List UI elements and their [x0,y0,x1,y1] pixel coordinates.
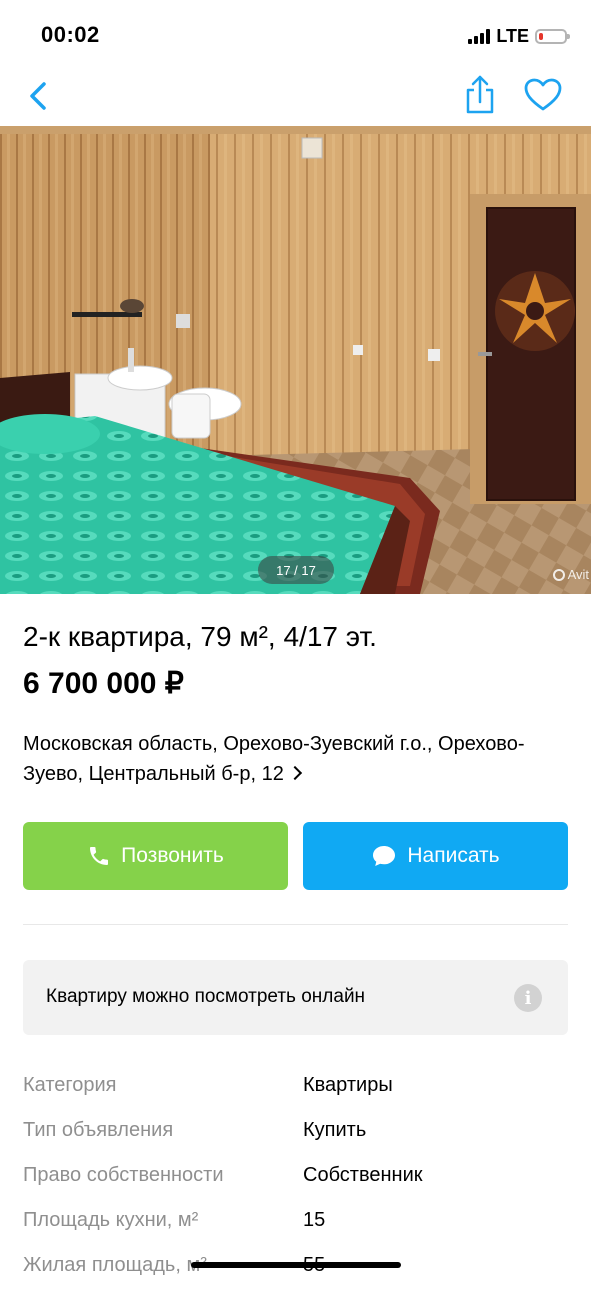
back-button[interactable] [22,76,58,116]
nav-bar [0,70,591,126]
network-type: LTE [496,25,529,46]
room-photo-image [0,126,591,594]
share-icon [466,75,494,114]
param-value: Собственник [303,1164,423,1186]
param-value: 15 [303,1209,326,1231]
address-text: Московская область, Орехово-Зуевский г.о… [23,733,525,785]
home-indicator[interactable] [191,1262,401,1268]
param-key: Тип объявления [23,1119,174,1141]
call-button[interactable]: Позвонить [23,822,288,890]
listing-title: 2-к квартира, 79 м², 4/17 эт. [23,621,377,652]
battery-level [539,32,543,40]
online-viewing-text: Квартиру можно посмотреть онлайн [46,986,366,1007]
param-value: Купить [303,1119,367,1141]
param-row: Тип объявления Купить [23,1110,568,1155]
call-button-label: Позвонить [121,844,224,867]
phone-icon [90,847,109,865]
message-button-label: Написать [407,844,500,867]
param-key: Площадь кухни, м² [23,1209,199,1231]
watermark-text: Avit [567,567,589,582]
param-key: Категория [23,1074,117,1096]
chat-bubble-icon [373,846,396,866]
battery-icon [535,28,570,44]
chevron-right-icon [287,765,302,781]
message-button[interactable]: Написать [303,822,568,890]
status-bar: 00:02 LTE [0,0,591,70]
param-row: Право собственности Собственник [23,1155,568,1200]
status-indicators: LTE [468,22,570,50]
favorite-button[interactable] [522,74,564,116]
chevron-left-icon [30,82,46,110]
param-row: Площадь кухни, м² 15 [23,1200,568,1245]
online-viewing-banner: Квартиру можно посмотреть онлайн i [23,960,568,1035]
listing-params: Категория Квартиры Тип объявления Купить… [23,1065,568,1290]
heart-icon [524,78,562,111]
param-row: Категория Квартиры [23,1065,568,1110]
listing-address-link[interactable]: Московская область, Орехово-Зуевский г.о… [23,729,543,789]
avito-logo-icon [552,568,565,581]
listing-photo[interactable] [0,126,591,594]
param-key: Право собственности [23,1164,224,1186]
photo-counter: 17 / 17 [258,556,334,584]
section-divider [23,924,568,925]
share-button[interactable] [460,72,500,118]
info-icon[interactable]: i [514,984,542,1012]
param-value: Квартиры [303,1074,393,1096]
signal-icon [468,28,491,44]
listing-price: 6 700 000 ₽ [23,667,184,700]
photo-watermark: Avit [552,567,589,582]
status-time: 00:02 [41,22,100,47]
param-key: Жилая площадь, м² [23,1254,207,1276]
